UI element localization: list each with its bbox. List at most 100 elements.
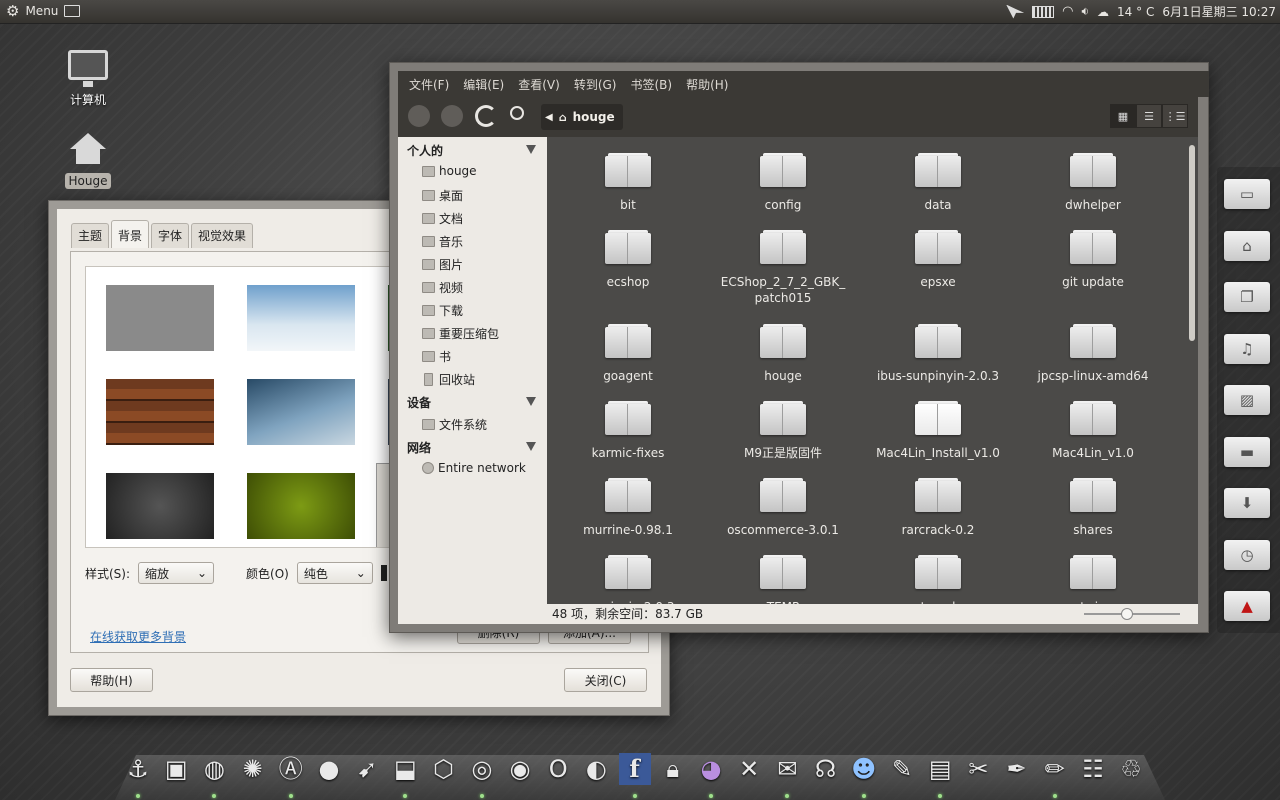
places-item[interactable]: ◷ xyxy=(1224,536,1270,570)
weather-icon[interactable]: ☁ xyxy=(1097,5,1109,19)
search-icon[interactable] xyxy=(510,106,524,120)
sidebar-item-houge[interactable]: houge xyxy=(422,164,477,178)
folder-item[interactable]: shares xyxy=(1018,478,1168,538)
desktop-icon-home[interactable]: Houge xyxy=(48,133,128,189)
places-item[interactable]: ❐ xyxy=(1224,278,1270,312)
tab-fonts[interactable]: 字体 xyxy=(151,223,190,248)
sidebar-item-desktop[interactable]: 桌面 xyxy=(422,187,463,204)
folder-item[interactable]: epsxe xyxy=(863,230,1013,290)
folder-item[interactable]: git update xyxy=(1018,230,1168,290)
folder-item[interactable]: M9正是版固件 xyxy=(708,401,858,461)
anchor-icon[interactable]: ⚓ xyxy=(122,753,154,785)
chevron-left-icon[interactable]: ◀ xyxy=(545,112,553,123)
folder-item[interactable]: config xyxy=(708,153,858,213)
font-viewer-icon[interactable]: Ⓐ xyxy=(275,753,307,785)
menu-view[interactable]: 查看(V) xyxy=(518,76,560,93)
collapse-icon[interactable] xyxy=(526,442,536,451)
brush-icon[interactable]: ✎ xyxy=(886,753,918,785)
collapse-icon[interactable] xyxy=(526,145,536,154)
forward-icon[interactable] xyxy=(441,105,463,127)
globe-icon[interactable]: ◍ xyxy=(198,753,230,785)
pdf-icon[interactable]: ✂ xyxy=(962,753,994,785)
pen-icon[interactable]: ✏ xyxy=(1039,753,1071,785)
sidebar-item-trash[interactable]: 回收站 xyxy=(422,371,475,388)
wallpaper-thumb[interactable] xyxy=(106,473,214,539)
color-select[interactable]: 纯色 ⌄ xyxy=(296,562,373,584)
back-icon[interactable] xyxy=(408,105,430,127)
notes-icon[interactable]: ☷ xyxy=(1077,753,1109,785)
tab-theme[interactable]: 主题 xyxy=(71,223,110,248)
places-item[interactable]: ♫ xyxy=(1224,330,1270,364)
wallpaper-thumb[interactable] xyxy=(106,285,214,351)
folder-item[interactable]: travel xyxy=(863,555,1013,604)
weather-temp[interactable]: 14 ° C xyxy=(1117,5,1154,19)
folder-item[interactable]: karmic-fixes xyxy=(553,401,703,461)
clock[interactable]: 6月1日星期三 10:27 xyxy=(1162,3,1276,20)
facebook-icon[interactable]: f xyxy=(618,753,651,785)
opera-icon[interactable]: O xyxy=(542,753,574,785)
sidebar-item-music[interactable]: 音乐 xyxy=(422,233,463,250)
collapse-icon[interactable] xyxy=(526,397,536,406)
folder-item[interactable]: ecshop xyxy=(553,230,703,290)
folder-item[interactable]: goagent xyxy=(553,324,703,384)
sidebar-item-archives[interactable]: 重要压缩包 xyxy=(422,325,499,342)
tab-background[interactable]: 背景 xyxy=(111,220,150,248)
sidebar-item-filesystem[interactable]: 文件系统 xyxy=(422,416,487,433)
installer-icon[interactable]: ⬓ xyxy=(389,753,421,785)
compact-view-icon[interactable]: ⋮☰ xyxy=(1162,104,1188,128)
breadcrumb-location[interactable]: houge xyxy=(573,110,615,124)
places-item[interactable]: ⬇ xyxy=(1224,484,1270,518)
folder-item[interactable]: dwhelper xyxy=(1018,153,1168,213)
pointer-icon[interactable] xyxy=(1006,4,1025,19)
chromium-icon[interactable]: ◉ xyxy=(504,753,536,785)
menu-go[interactable]: 转到(G) xyxy=(574,76,617,93)
menu-help[interactable]: 帮助(H) xyxy=(686,76,728,93)
volume-icon[interactable]: 🔉︎ xyxy=(1081,4,1089,19)
x-close-icon[interactable]: ✕ xyxy=(733,753,765,785)
places-item[interactable]: ▨ xyxy=(1224,381,1270,415)
scrollbar-thumb[interactable] xyxy=(1189,145,1195,341)
folder-item[interactable]: sunpinyin-2.0.3 xyxy=(553,555,703,604)
zoom-slider[interactable] xyxy=(1084,608,1180,620)
mail-icon[interactable]: ✉ xyxy=(771,753,803,785)
show-desktop-icon[interactable] xyxy=(64,5,81,17)
places-item[interactable]: ▲ xyxy=(1224,587,1270,621)
places-item[interactable]: ▬ xyxy=(1224,433,1270,467)
folder-item[interactable]: Mac4Lin_Install_v1.0 xyxy=(863,401,1013,461)
tab-visual-effects[interactable]: 视觉效果 xyxy=(191,223,254,248)
folder-item[interactable]: ECShop_2_7_2_GBK_ patch015 xyxy=(708,230,858,306)
trash-icon[interactable]: ♲ xyxy=(1115,753,1147,785)
wallpaper-thumb[interactable] xyxy=(247,473,355,539)
folder-item[interactable]: TEMP xyxy=(708,555,858,604)
robot-icon[interactable]: ☻ xyxy=(848,753,880,785)
color-swatch[interactable] xyxy=(380,565,387,581)
list-view-icon[interactable]: ☰ xyxy=(1136,104,1162,128)
headphones-icon[interactable]: ☊ xyxy=(810,753,842,785)
chrome-icon[interactable]: ◎ xyxy=(466,753,498,785)
scrollbar[interactable] xyxy=(1187,137,1198,604)
folder-item[interactable]: murrine-0.98.1 xyxy=(553,478,703,538)
sidebar-item-documents[interactable]: 文档 xyxy=(422,210,463,227)
terminal-icon[interactable]: ▣ xyxy=(160,753,192,785)
sidebar-item-pictures[interactable]: 图片 xyxy=(422,256,463,273)
close-button[interactable]: 关闭(C) xyxy=(564,668,647,692)
places-item[interactable]: ⌂ xyxy=(1224,227,1270,261)
folder-item[interactable]: bit xyxy=(553,153,703,213)
help-button[interactable]: 帮助(H) xyxy=(70,668,153,692)
sidebar-item-network[interactable]: Entire network xyxy=(422,461,526,475)
wallpaper-thumb[interactable] xyxy=(247,285,355,351)
folder-item[interactable]: rarcrack-0.2 xyxy=(863,478,1013,538)
icon-view-icon[interactable]: ▦ xyxy=(1110,104,1136,128)
folder-item[interactable]: houge xyxy=(708,324,858,384)
style-select[interactable]: 缩放 ⌄ xyxy=(138,562,215,584)
keyboard-icon[interactable] xyxy=(1032,6,1055,18)
bird-icon[interactable]: ➹ xyxy=(351,753,383,785)
more-backgrounds-link[interactable]: 在线获取更多背景 xyxy=(90,628,186,645)
menu-bookmarks[interactable]: 书签(B) xyxy=(630,76,672,93)
folder-item[interactable]: Mac4Lin_v1.0 xyxy=(1018,401,1168,461)
lock-icon[interactable]: 🔒︎ xyxy=(657,753,689,785)
sidebar-item-videos[interactable]: 视频 xyxy=(422,279,463,296)
quill-icon[interactable]: ✒ xyxy=(1001,753,1033,785)
main-menu[interactable]: ⚙ Menu xyxy=(6,3,81,19)
zoom-slider-knob[interactable] xyxy=(1121,608,1133,620)
